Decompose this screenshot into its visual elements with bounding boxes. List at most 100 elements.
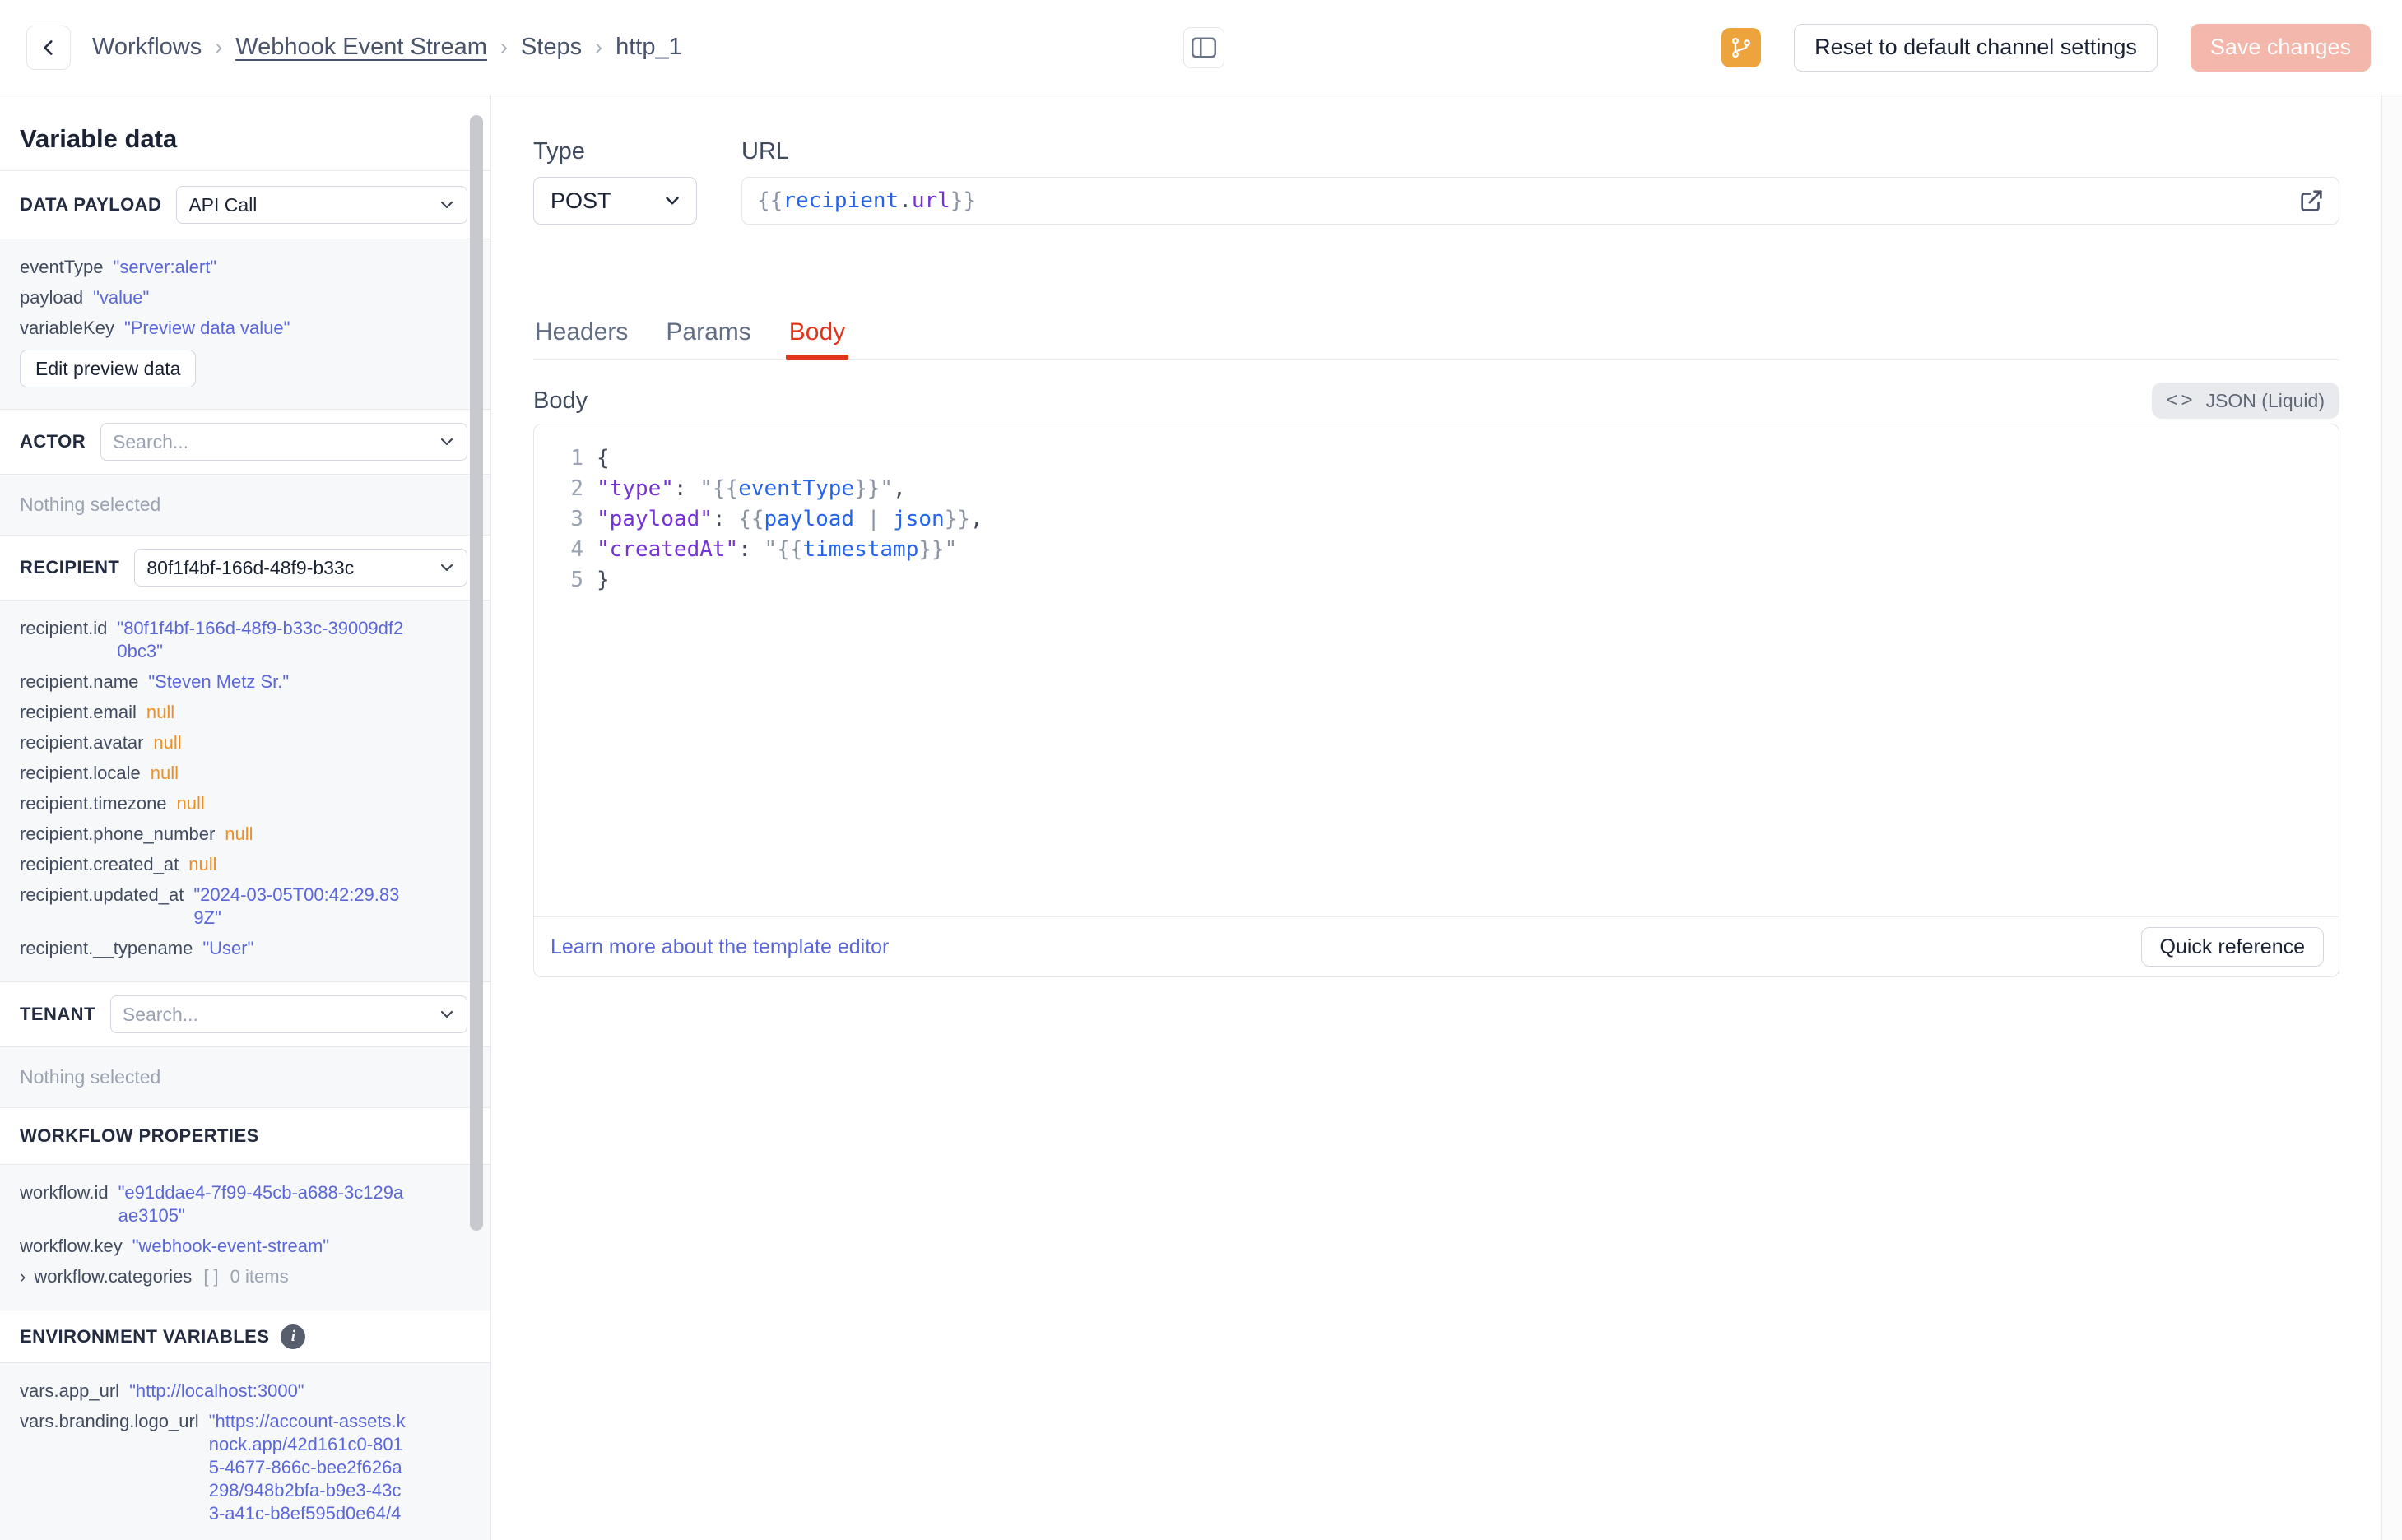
code-token: eventType [738,476,855,501]
line-number: 1 [570,446,583,471]
variable-key: recipient.email [20,702,137,722]
variable-value: "value" [93,287,150,308]
toggle-sidebar-button[interactable] [1183,27,1224,68]
chevron-right-icon[interactable]: › [20,1265,26,1288]
code-line: 4 "createdAt": "{{timestamp}}" [546,535,2322,565]
code-token: json [893,507,945,531]
main-scroll-gutter [2381,95,2402,1540]
topbar-center [1183,27,1224,68]
code-token: }} [950,188,977,213]
recipient-select[interactable]: 80f1f4bf-166d-48f9-b33c [134,549,467,587]
code-line: 3 "payload": {{payload | json}}, [546,504,2322,535]
method-value: POST [551,188,611,213]
tab-headers[interactable]: Headers [533,304,630,359]
variable-value: "webhook-event-stream" [132,1236,330,1256]
variable-value: "User" [202,938,254,958]
tab-body[interactable]: Body [785,304,849,360]
environment-variables-label: ENVIRONMENT VARIABLES [20,1325,270,1347]
variable-row: variableKey "Preview data value" [20,317,408,340]
url-input[interactable]: {{recipient.url}} [741,177,2339,225]
variable-row: recipient.locale null [20,762,408,785]
variable-value: "server:alert" [113,257,217,277]
external-link-icon[interactable] [2297,187,2325,215]
type-label: Type [533,138,585,165]
code-token: : [673,476,700,501]
tenant-row: TENANT [0,982,490,1047]
sidebar-scrollbar[interactable] [470,115,483,1231]
info-icon[interactable]: i [281,1324,306,1349]
actor-label: ACTOR [20,431,86,452]
quick-reference-button[interactable]: Quick reference [2140,927,2324,967]
code-text: "type": "{{eventType}}", [597,474,906,504]
topbar-right: Reset to default channel settings Save c… [1721,0,2371,95]
code-editor[interactable]: 1{2 "type": "{{eventType}}", 3 "payload": {… [534,424,2339,917]
code-token: | [854,507,894,531]
breadcrumb-workflows[interactable]: Workflows [92,34,202,61]
code-text: { [597,443,610,474]
topbar-left: Workflows › Webhook Event Stream › Steps… [26,0,682,95]
edit-preview-data-button[interactable]: Edit preview data [20,350,197,387]
chevron-left-icon [38,37,59,58]
variable-key: recipient.timezone [20,793,167,814]
tenant-empty-text: Nothing selected [20,1066,161,1088]
variable-value: null [153,732,182,753]
save-changes-button[interactable]: Save changes [2190,23,2371,72]
breadcrumb-separator: › [215,35,223,59]
method-select[interactable]: POST [533,177,697,225]
environment-variables-section: vars.app_url "http://localhost:3000" vars.… [0,1363,490,1540]
environment-variables-header: ENVIRONMENT VARIABLES i [0,1310,490,1363]
variable-value: "https://account-assets.knock.app/42d161… [208,1411,406,1524]
git-branch-icon [1730,36,1753,59]
chevron-down-icon [437,558,457,578]
breadcrumb-workflow-name[interactable]: Webhook Event Stream [235,34,487,61]
tenant-select[interactable] [109,995,467,1033]
actor-select[interactable] [100,423,467,461]
tenant-search-input[interactable] [122,1003,437,1026]
template-editor-docs-link[interactable]: Learn more about the template editor [551,935,889,959]
workflow-categories-row[interactable]: › workflow.categories [ ] 0 items [20,1265,408,1288]
variable-value: null [225,823,253,844]
variable-value: "80f1f4bf-166d-48f9-b33c-39009df20bc3" [117,618,404,661]
variable-row: vars.app_url "http://localhost:3000" [20,1380,408,1403]
breadcrumb-separator: › [499,35,508,59]
data-payload-label: DATA PAYLOAD [20,194,162,215]
chevron-down-icon [437,432,457,452]
variable-value: null [150,763,179,783]
variable-value: "Preview data value" [123,318,290,338]
variable-key: eventType [20,257,104,277]
variable-row: recipient.avatar null [20,731,408,754]
variable-key: workflow.key [20,1236,123,1256]
variable-row: recipient.phone_number null [20,823,408,846]
breadcrumb-steps[interactable]: Steps [521,34,582,61]
tab-params[interactable]: Params [664,304,752,359]
variable-key: workflow.id [20,1182,109,1203]
code-token: }}" [918,537,958,562]
variable-row: workflow.key "webhook-event-stream" [20,1235,408,1258]
workflow-rows: workflow.id "e91ddae4-7f99-45cb-a688-3c12… [20,1181,408,1258]
code-token: {{ [738,507,764,531]
variable-key: recipient.created_at [20,854,179,874]
reset-channel-settings-button[interactable]: Reset to default channel settings [1794,23,2158,72]
line-number: 5 [570,568,583,592]
workflow-properties-header: WORKFLOW PROPERTIES [0,1108,490,1165]
variable-key: recipient.updated_at [20,884,184,905]
variable-value: "2024-03-05T00:42:29.839Z" [193,884,400,928]
url-field: URL {{recipient.url}} [741,138,2339,225]
workflow-properties-label: WORKFLOW PROPERTIES [20,1125,259,1146]
data-payload-row: DATA PAYLOAD API Call [0,171,490,239]
categories-count: 0 items [230,1266,289,1287]
variable-row: recipient.timezone null [20,792,408,815]
request-tabs: Headers Params Body [533,304,2339,360]
language-badge: <> JSON (Liquid) [2151,383,2339,419]
code-token: "createdAt" [597,537,739,562]
back-button[interactable] [26,25,71,70]
workflow-properties-section: workflow.id "e91ddae4-7f99-45cb-a688-3c12… [0,1165,490,1310]
categories-brackets: [ ] [203,1266,219,1287]
type-field: Type POST [533,138,697,225]
uncommitted-changes-button[interactable] [1721,27,1762,67]
data-payload-select[interactable]: API Call [176,186,467,224]
url-value: {{recipient.url}} [757,188,976,213]
body-template-editor: 1{2 "type": "{{eventType}}", 3 "payload": {… [533,424,2339,977]
actor-search-input[interactable] [113,430,437,453]
variable-row: recipient.email null [20,701,408,724]
